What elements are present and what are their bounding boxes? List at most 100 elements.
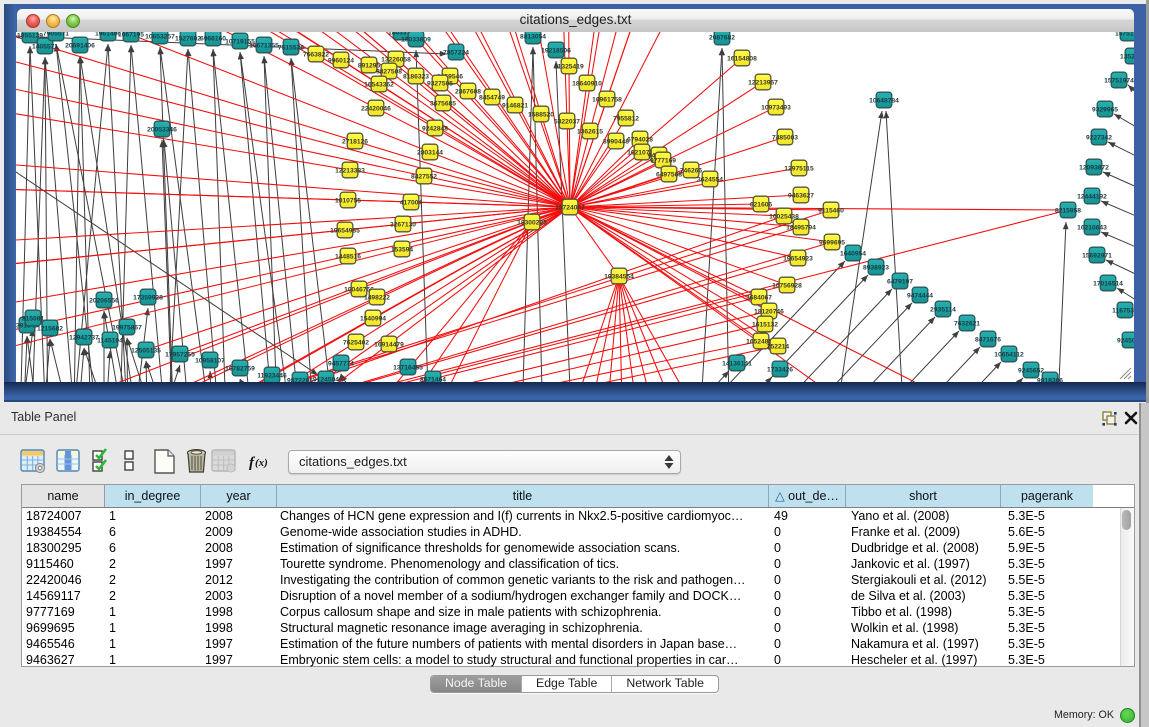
svg-text:18724007: 18724007 [555,204,585,211]
svg-text:17016514: 17016514 [1093,280,1123,287]
svg-text:1615132: 1615132 [752,321,778,328]
svg-text:15692971: 15692971 [1082,252,1112,259]
svg-text:9699695: 9699695 [819,239,845,246]
svg-text:10973493: 10973493 [761,104,791,111]
svg-text:18495794: 18495794 [786,224,816,231]
svg-text:1640954: 1640954 [840,250,866,257]
svg-text:8186323: 8186323 [403,73,429,80]
svg-text:1405571: 1405571 [32,43,58,50]
svg-text:9227342: 9227342 [1086,134,1112,141]
svg-text:7632621: 7632621 [954,320,980,327]
svg-text:18640910: 18640910 [572,80,602,87]
svg-text:12093872: 12093872 [1079,164,1109,171]
svg-text:19384554: 19384554 [604,273,634,280]
svg-text:7625402: 7625402 [343,339,369,346]
svg-text:10648784: 10648784 [869,97,899,104]
svg-text:9245042: 9245042 [1117,337,1134,344]
svg-text:9245652: 9245652 [1018,367,1044,374]
svg-text:417004: 417004 [400,199,423,206]
svg-text:7857224: 7857224 [443,49,469,56]
svg-text:252214: 252214 [767,343,790,350]
svg-text:2803144: 2803144 [417,149,443,156]
svg-text:22420046: 22420046 [361,105,391,112]
svg-text:16914479: 16914479 [374,341,404,348]
svg-text:2718126: 2718126 [342,138,368,145]
svg-text:1215682: 1215682 [37,325,63,332]
svg-text:7955812: 7955812 [613,115,639,122]
svg-text:6497568: 6497568 [656,171,682,178]
svg-text:9457774: 9457774 [328,360,354,367]
svg-text:8813054: 8813054 [520,33,546,40]
svg-text:13716485: 13716485 [393,364,423,371]
svg-text:9960124: 9960124 [328,57,354,64]
svg-text:1588520: 1588520 [528,111,554,118]
svg-text:9242848: 9242848 [422,125,448,132]
svg-text:16210643: 16210643 [1077,224,1107,231]
svg-text:8471676: 8471676 [975,336,1001,343]
svg-text:9329965: 9329965 [1092,106,1118,113]
svg-text:2087682: 2087682 [709,34,735,41]
svg-text:16961758: 16961758 [592,96,622,103]
svg-text:9827508: 9827508 [376,68,402,75]
svg-text:12975115: 12975115 [784,165,814,172]
svg-text:15751974: 15751974 [1104,77,1134,84]
svg-text:16782759: 16782759 [225,365,255,372]
svg-text:10653257: 10653257 [145,33,175,40]
svg-text:16671355: 16671355 [249,42,279,49]
svg-text:1067195: 1067195 [118,32,144,38]
svg-text:18120746: 18120746 [754,308,784,315]
svg-text:1010755: 1010755 [335,197,361,204]
svg-text:3684067: 3684067 [746,294,772,301]
svg-text:7515526: 7515526 [278,44,304,51]
svg-text:2867608: 2867608 [455,88,481,95]
svg-text:19975867: 19975867 [112,324,142,331]
svg-text:1540994: 1540994 [360,315,386,322]
svg-text:1145194: 1145194 [97,337,123,344]
svg-text:17359928: 17359928 [133,294,163,301]
svg-text:6479197: 6479197 [887,278,913,285]
svg-text:1498222: 1498222 [364,294,390,301]
svg-text:20691406: 20691406 [65,42,95,49]
svg-text:17957255: 17957255 [165,351,195,358]
svg-text:12444192: 12444192 [1077,193,1107,200]
svg-text:8427552: 8427552 [411,173,437,180]
svg-text:7485003: 7485003 [772,134,798,141]
svg-text:14136141: 14136141 [722,360,752,367]
svg-text:621606: 621606 [750,201,773,208]
svg-text:9818306: 9818306 [1037,377,1063,382]
svg-text:1362615: 1362615 [577,128,603,135]
svg-text:9146821: 9146821 [502,102,528,109]
svg-text:16543362: 16543362 [364,81,394,88]
svg-text:20053346: 20053346 [147,126,177,133]
svg-text:9777169: 9777169 [650,157,676,164]
svg-text:1167531: 1167531 [1112,307,1134,314]
svg-text:19654923: 19654923 [783,255,813,262]
svg-text:3267130: 3267130 [390,221,416,228]
svg-text:(x): (x) [255,457,268,469]
svg-text:13226058: 13226058 [381,56,411,63]
svg-text:5322037: 5322037 [554,118,580,125]
svg-text:12213967: 12213967 [748,79,778,86]
svg-text:12505135: 12505135 [131,347,161,354]
svg-text:1352954: 1352954 [1120,53,1134,60]
svg-text:6966160: 6966160 [200,35,226,42]
svg-text:9474444: 9474444 [907,292,933,299]
svg-text:20206556: 20206556 [89,297,119,304]
svg-text:18300295: 18300295 [517,219,547,226]
svg-text:7663822: 7663822 [303,51,329,58]
svg-text:746266: 746266 [680,167,703,174]
svg-text:9124504: 9124504 [313,376,339,382]
svg-text:2935114: 2935114 [930,306,956,313]
svg-text:11923446: 11923446 [257,372,287,379]
svg-text:7905571: 7905571 [43,32,69,37]
svg-text:16033809: 16033809 [401,36,431,43]
svg-text:6794028: 6794028 [627,136,653,143]
svg-text:19218506: 19218506 [541,47,571,54]
svg-text:10756928: 10756928 [772,282,802,289]
svg-text:8454749: 8454749 [479,94,505,101]
svg-text:19654985: 19654985 [330,227,360,234]
svg-text:9327505: 9327505 [427,80,453,87]
svg-text:815081: 815081 [22,315,45,322]
svg-text:9872205: 9872205 [287,377,313,382]
svg-text:9115460: 9115460 [818,207,844,214]
